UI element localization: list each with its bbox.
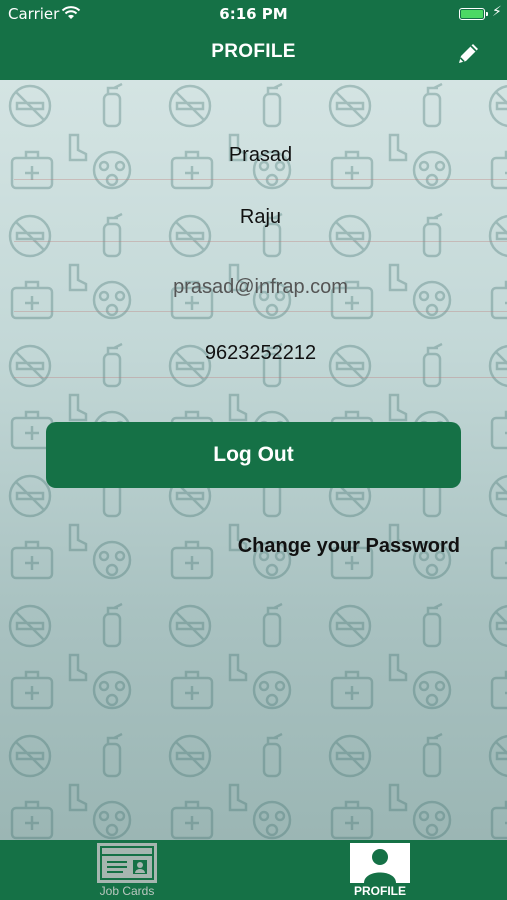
last-name-field[interactable]: Raju: [14, 192, 507, 242]
tab-profile[interactable]: PROFILE: [315, 840, 445, 900]
email-field[interactable]: prasad@infrap.com: [14, 262, 507, 312]
edit-profile-button[interactable]: [452, 38, 484, 70]
pencil-icon: [459, 44, 478, 63]
first-name-field[interactable]: Prasad: [14, 130, 507, 180]
profile-content: Prasad Raju prasad@infrap.com 9623252212…: [0, 80, 507, 840]
tab-job-cards-label: Job Cards: [99, 884, 155, 898]
tab-job-cards[interactable]: Job Cards: [62, 840, 192, 900]
page-title: PROFILE: [211, 41, 296, 62]
last-name-value: Raju: [239, 206, 282, 228]
phone-value: 9623252212: [204, 342, 317, 364]
first-name-value: Prasad: [228, 144, 293, 166]
nav-bar: PROFILE: [0, 28, 507, 80]
phone-field[interactable]: 9623252212: [14, 328, 507, 378]
person-icon: [350, 843, 410, 883]
clock: 6:16 PM: [219, 5, 288, 23]
change-password-link[interactable]: Change your Password: [200, 535, 460, 558]
id-card-icon: [97, 843, 157, 883]
battery-icon: [459, 8, 488, 20]
charging-icon: ⚡: [492, 4, 502, 20]
tab-profile-label: PROFILE: [353, 884, 406, 898]
status-bar: Carrier 6:16 PM ⚡: [0, 0, 507, 28]
tab-bar: Job Cards PROFILE: [0, 840, 507, 900]
logout-button[interactable]: Log Out: [46, 422, 461, 488]
email-value: prasad@infrap.com: [173, 276, 348, 298]
